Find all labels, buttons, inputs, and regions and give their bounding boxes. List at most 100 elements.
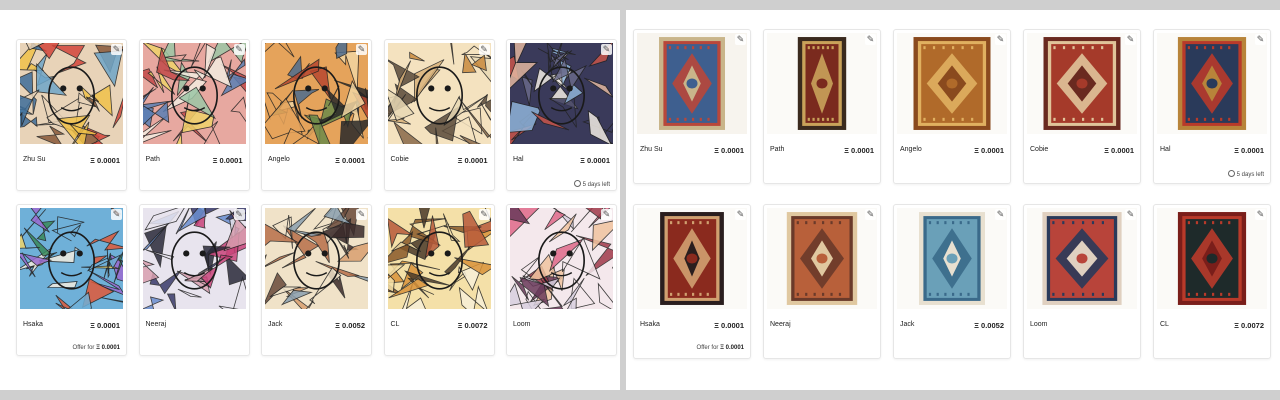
artwork-name[interactable]: Zhu Su (640, 146, 663, 153)
artwork-name[interactable]: Neeraj (770, 321, 791, 328)
artwork-name[interactable]: Neeraj (146, 321, 167, 328)
artwork-name[interactable]: Jack (900, 321, 914, 328)
artwork-name[interactable]: Loom (513, 321, 531, 328)
artwork-name[interactable]: Angelo (268, 156, 290, 163)
artwork-image[interactable] (1027, 208, 1137, 309)
artwork-name[interactable]: Hsaka (640, 321, 660, 328)
artwork-name[interactable]: Cobie (391, 156, 409, 163)
artwork-image[interactable] (1027, 33, 1137, 134)
artwork-image[interactable] (510, 208, 613, 309)
edit-icon[interactable]: ✎ (601, 44, 612, 55)
offer-row: Offer for Ξ 0.0001 (73, 345, 120, 351)
clock-icon (573, 180, 581, 187)
edit-icon[interactable]: ✎ (111, 209, 122, 220)
price-value: Ξ 0.0001 (1104, 146, 1134, 155)
nft-card[interactable]: ✎atlas (2021) - edition of 10Best OfferC… (1153, 204, 1271, 359)
artwork-image[interactable] (510, 43, 613, 144)
price-value: Ξ 0.0001 (844, 146, 874, 155)
edit-icon[interactable]: ✎ (865, 209, 876, 220)
price-value: Ξ 0.0001 (1234, 146, 1264, 155)
artwork-image[interactable] (265, 43, 368, 144)
artwork-image[interactable] (637, 33, 747, 134)
right-gallery-panel: ✎atlas (2021) - edition of 10Min BidZhu … (626, 10, 1280, 390)
artwork-name[interactable]: Hsaka (23, 321, 43, 328)
artwork-name[interactable]: Path (146, 156, 160, 163)
edit-icon[interactable]: ✎ (1255, 34, 1266, 45)
artwork-name[interactable]: Hal (513, 156, 524, 163)
artwork-image[interactable] (897, 208, 1007, 309)
price-value: Ξ 0.0072 (457, 321, 488, 330)
left-gallery-panel: ✎atlas (2021) - edition of 10Min BidZhu … (0, 10, 620, 390)
edit-icon[interactable]: ✎ (478, 209, 490, 220)
artwork-name[interactable]: Path (770, 146, 784, 153)
nft-card[interactable]: ✎atlas (2021) - edition of 10Top BidHsak… (16, 204, 127, 356)
edit-icon[interactable]: ✎ (735, 209, 746, 220)
edit-icon[interactable]: ✎ (865, 34, 876, 45)
artwork-image[interactable] (767, 208, 877, 309)
nft-card[interactable]: ✎atlas (2021) - edition of 10Min BidPath… (763, 29, 881, 184)
artwork-image[interactable] (1157, 208, 1267, 309)
artwork-image[interactable] (767, 33, 877, 134)
artwork-image[interactable] (265, 208, 368, 309)
nft-card[interactable]: ✎atlas (2021) - edition of 10Min BidZhu … (633, 29, 751, 184)
extra-text: Offer for (72, 345, 95, 351)
artwork-name[interactable]: CL (391, 321, 400, 328)
nft-card[interactable]: ✎atlas (2021) - edition of 10Best OfferC… (383, 204, 495, 356)
nft-card[interactable]: ✎atlas (2021) - edition of 10Min BidCobi… (1023, 29, 1141, 184)
nft-card[interactable]: ✎atlas (2021) - edition of 10Min BidAnge… (261, 39, 372, 191)
nft-card[interactable]: ✎atlas (2021) - edition of 10 unique wor… (1023, 204, 1141, 359)
artwork-name[interactable]: Cobie (1030, 146, 1048, 153)
edit-icon[interactable]: ✎ (995, 34, 1006, 45)
nft-card[interactable]: ✎atlas (2021) - edition of 10Top BidHsak… (633, 204, 751, 359)
nft-card[interactable]: ✎atlas (2021) - edition of 10Min BidPath… (138, 39, 250, 191)
price-value: Ξ 0.0001 (974, 146, 1004, 155)
artwork-image[interactable] (142, 43, 246, 144)
artwork-name[interactable]: Angelo (900, 146, 922, 153)
price-value: Ξ 0.0072 (1234, 321, 1264, 330)
price-value: Ξ 0.0001 (457, 156, 488, 165)
edit-icon[interactable]: ✎ (735, 34, 746, 45)
artwork-image[interactable] (142, 208, 246, 309)
nft-card[interactable]: ✎atlas (2021) - edition of 10Best OfferJ… (893, 204, 1011, 359)
price-value: Ξ 0.0001 (212, 156, 243, 165)
price-value: Ξ 0.0001 (580, 156, 610, 165)
artwork-image[interactable] (637, 208, 747, 309)
nft-card[interactable]: ✎atlas (2021) - edition of 10Min BidCobi… (383, 39, 495, 191)
edit-icon[interactable]: ✎ (1125, 34, 1136, 45)
artwork-image[interactable] (387, 208, 491, 309)
artwork-image[interactable] (20, 208, 123, 309)
edit-icon[interactable]: ✎ (356, 44, 367, 55)
artwork-name[interactable]: CL (1160, 321, 1169, 328)
edit-icon[interactable]: ✎ (478, 44, 490, 55)
comparison-stage: ✎atlas (2021) - edition of 10Min BidZhu … (0, 0, 1280, 400)
edit-icon[interactable]: ✎ (111, 44, 122, 55)
edit-icon[interactable]: ✎ (233, 209, 245, 220)
edit-icon[interactable]: ✎ (1255, 209, 1266, 220)
nft-card[interactable]: ✎atlas (2021) - edition of 10Min BidZhu … (16, 39, 127, 191)
nft-card[interactable]: ✎atlas (2021) - edition of 10Min BidAnge… (893, 29, 1011, 184)
nft-card[interactable]: ✎atlas (2021) - edition of 10Best OfferJ… (261, 204, 372, 356)
artwork-image[interactable] (387, 43, 491, 144)
artwork-name[interactable]: Hal (1160, 146, 1171, 153)
edit-icon[interactable]: ✎ (233, 44, 245, 55)
edit-icon[interactable]: ✎ (1125, 209, 1136, 220)
nft-card[interactable]: ✎atlas (2021) - edition of 10Min BidHalΞ… (1153, 29, 1271, 184)
edit-icon[interactable]: ✎ (356, 209, 367, 220)
edit-icon[interactable]: ✎ (601, 209, 612, 220)
edit-icon[interactable]: ✎ (995, 209, 1006, 220)
artwork-image[interactable] (897, 33, 1007, 134)
offer-price: Ξ 0.0001 (96, 345, 120, 351)
extra-text: Offer for (696, 345, 719, 351)
extra-text: 5 days left (582, 182, 610, 188)
artwork-name[interactable]: Jack (268, 321, 282, 328)
price-value: Ξ 0.0001 (714, 321, 744, 330)
nft-card[interactable]: ✎atlas (2021) - edition of 10 unique wor… (763, 204, 881, 359)
nft-card[interactable]: ✎atlas (2021) - edition of 10 unique wor… (138, 204, 250, 356)
nft-card[interactable]: ✎atlas (2021) - edition of 10Min BidHalΞ… (506, 39, 617, 191)
offer-row: Offer for Ξ 0.0001 (697, 345, 744, 351)
artwork-image[interactable] (20, 43, 123, 144)
nft-card[interactable]: ✎atlas (2021) - edition of 10 unique wor… (506, 204, 617, 356)
artwork-name[interactable]: Loom (1030, 321, 1048, 328)
artwork-image[interactable] (1157, 33, 1267, 134)
artwork-name[interactable]: Zhu Su (23, 156, 46, 163)
